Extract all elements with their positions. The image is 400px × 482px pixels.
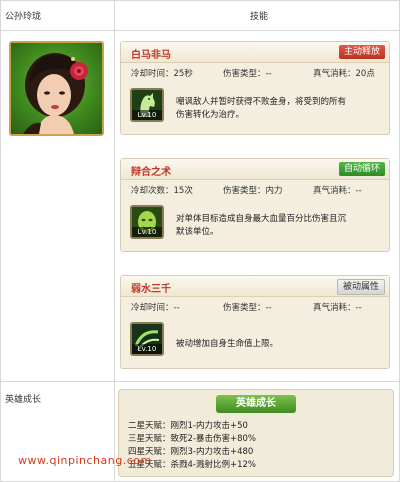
skill-level: Lv.10 — [132, 227, 162, 237]
skill-type-badge: 自动循环 — [338, 162, 385, 176]
skill-description: 嘲讽敌人并暂时获得不败金身，将受到的所有 伤害转化为治疗。 — [176, 97, 347, 120]
water-swirl-icon[interactable]: Lv.10 — [130, 322, 164, 356]
mask-face-icon[interactable]: Lv.10 — [130, 205, 164, 239]
skill-level: Lv.10 — [132, 344, 162, 354]
growth-title: 英雄成长 — [216, 395, 296, 413]
skill-level: Lv.10 — [132, 110, 162, 120]
skill-title-bar: 白马非马 主动释放 — [121, 42, 389, 63]
stat-qi-cost: 真气消耗：20点 — [313, 69, 375, 79]
skill-card-3: 弱水三千 被动属性 冷却时间：-- 伤害类型：-- 真气消耗：-- Lv.10 … — [120, 275, 390, 369]
horse-head-icon[interactable]: Lv.10 — [130, 88, 164, 122]
skill-type-badge: 主动释放 — [338, 45, 385, 59]
stat-cooldown: 冷却次数：15次 — [131, 186, 193, 196]
growth-line: 三星天赋：致死2-暴击伤害+80% — [128, 434, 256, 444]
stat-damage-type: 伤害类型：-- — [223, 69, 272, 79]
skill-card-1: 白马非马 主动释放 冷却时间：25秒 伤害类型：-- 真气消耗：20点 Lv.1… — [120, 41, 390, 135]
skills-header: 技能 — [250, 12, 269, 22]
stat-cooldown: 冷却时间：25秒 — [131, 69, 193, 79]
stat-cooldown: 冷却时间：-- — [131, 303, 180, 313]
skill-description: 对单体目标造成自身最大血量百分比伤害且沉 默该单位。 — [176, 214, 347, 237]
growth-line: 二星天赋：刚烈1-内力攻击+50 — [128, 421, 248, 431]
stat-qi-cost: 真气消耗：-- — [313, 303, 362, 313]
hero-name-header: 公孙玲珑 — [5, 12, 42, 22]
skill-title-bar: 弱水三千 被动属性 — [121, 276, 389, 297]
skill-card-2: 辩合之术 自动循环 冷却次数：15次 伤害类型：内力 真气消耗：-- Lv.10… — [120, 158, 390, 252]
stat-damage-type: 伤害类型：-- — [223, 303, 272, 313]
stat-qi-cost: 真气消耗：-- — [313, 186, 362, 196]
skill-table: 公孙玲珑 技能 白马非马 主动释放 冷却时间：25秒 伤害类型：-- 真气消耗：… — [0, 0, 400, 482]
skill-name: 白马非马 — [131, 50, 171, 61]
watermark: www.qinpinchang.com — [18, 454, 152, 467]
skill-description: 被动增加自身生命值上限。 — [176, 339, 279, 349]
skill-name: 辩合之术 — [131, 167, 171, 178]
skill-type-badge: 被动属性 — [336, 279, 385, 295]
skill-name: 弱水三千 — [131, 284, 171, 295]
stat-damage-type: 伤害类型：内力 — [223, 186, 283, 196]
hero-portrait — [9, 41, 104, 136]
growth-panel: 英雄成长 二星天赋：刚烈1-内力攻击+50 三星天赋：致死2-暴击伤害+80% … — [118, 389, 394, 477]
skill-title-bar: 辩合之术 自动循环 — [121, 159, 389, 180]
growth-label: 英雄成长 — [5, 395, 42, 405]
